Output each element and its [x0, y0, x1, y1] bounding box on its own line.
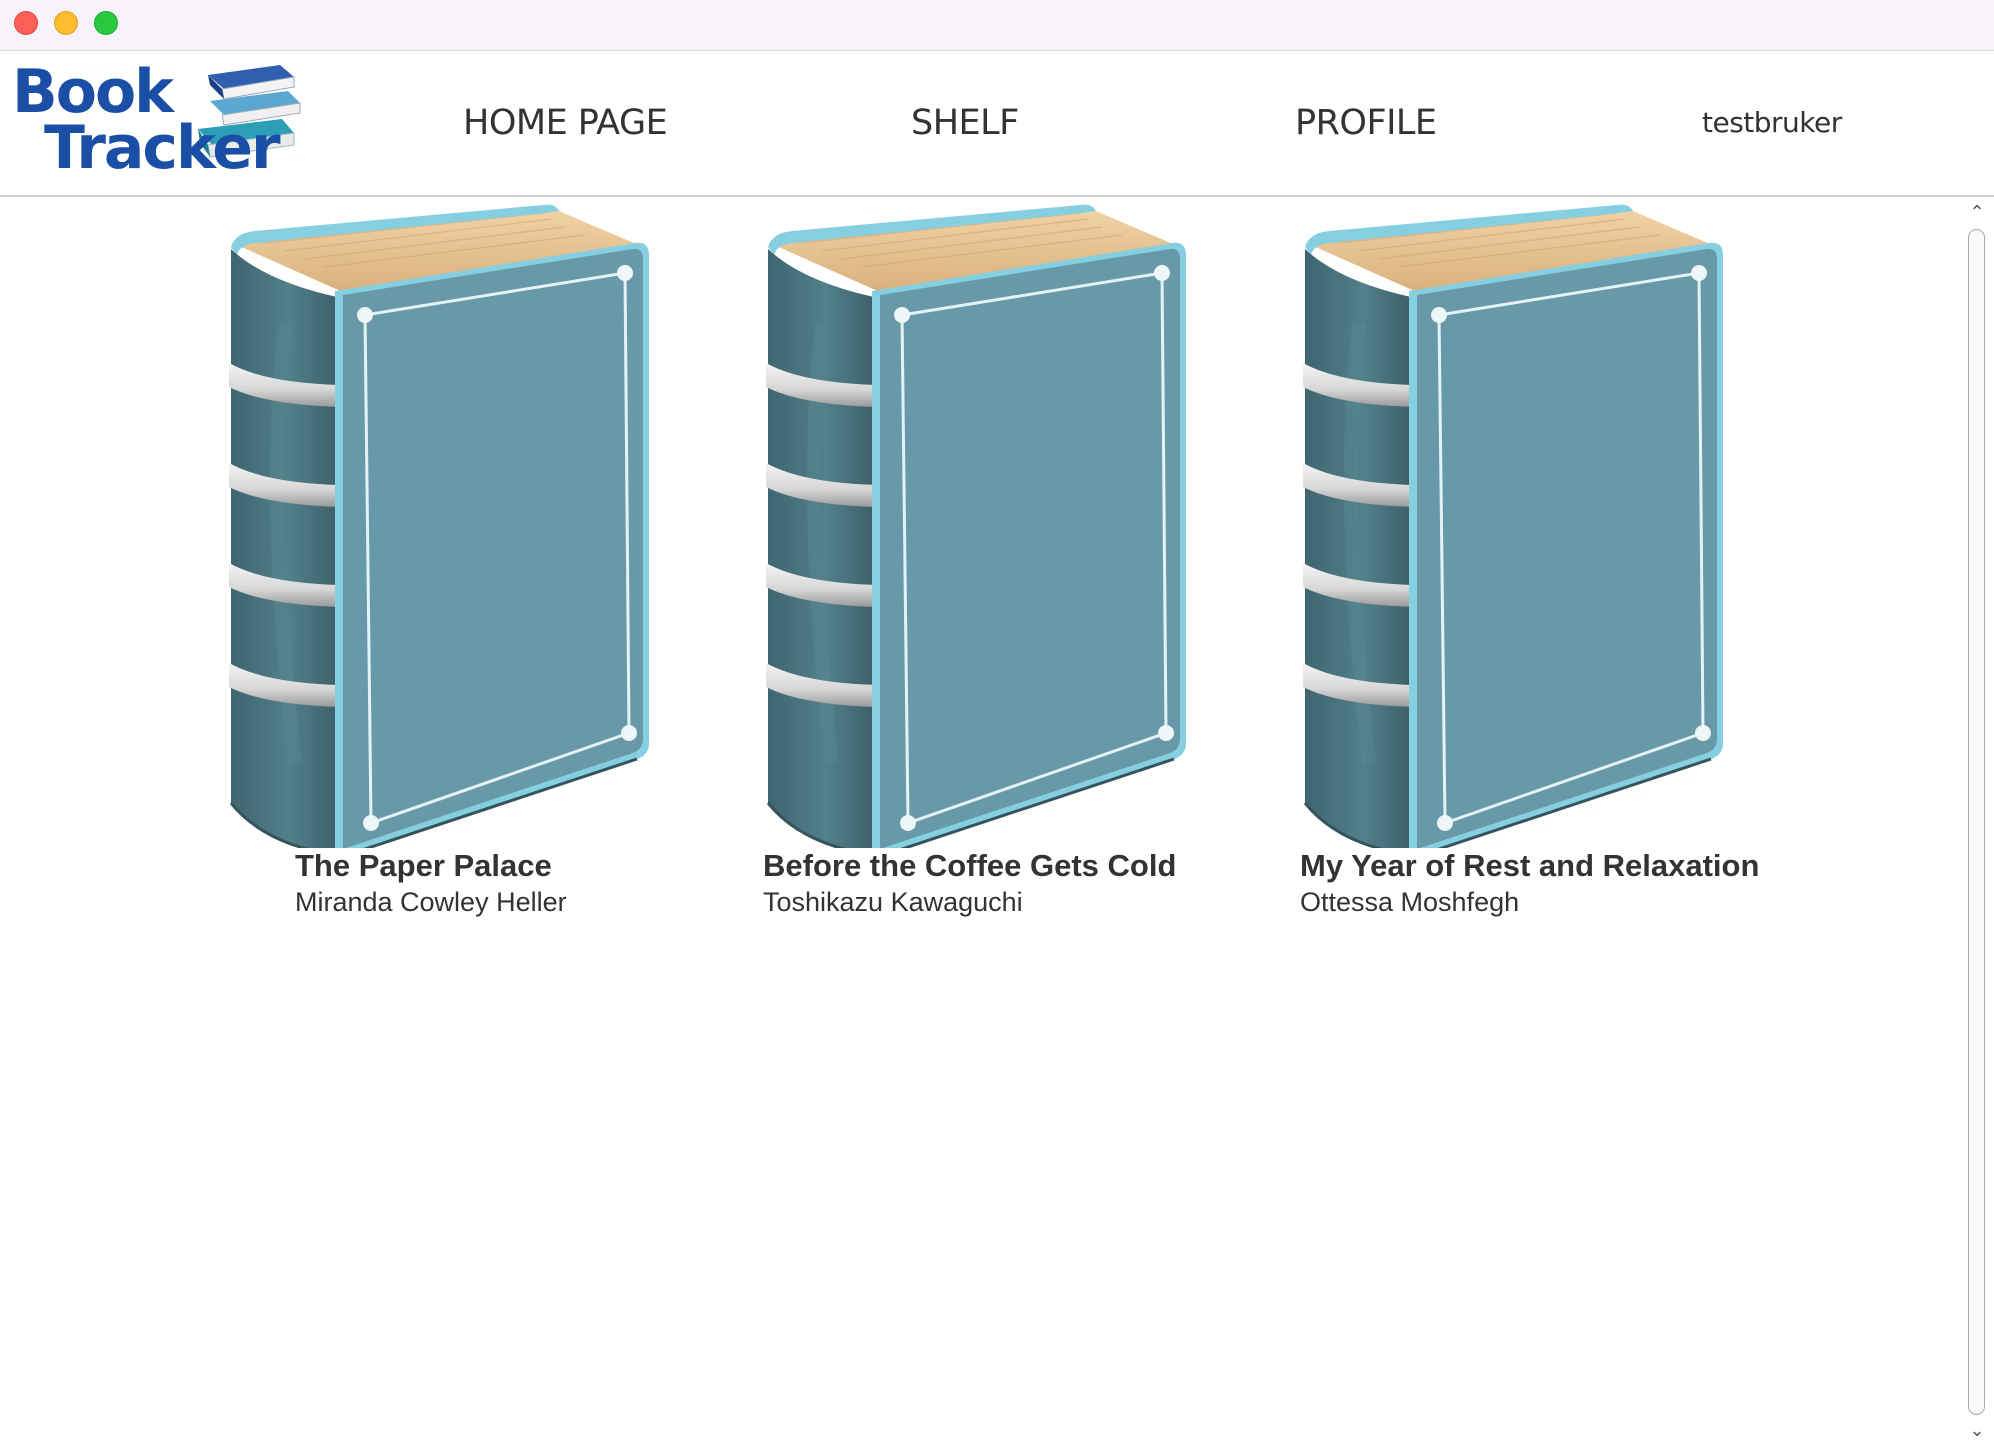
book-author: Ottessa Moshfegh: [1300, 887, 1520, 917]
book-author: Toshikazu Kawaguchi: [763, 887, 1023, 917]
maximize-window-button[interactable]: [94, 11, 118, 35]
book-card[interactable]: The Paper Palace Miranda Cowley Heller: [225, 197, 685, 937]
book-title: My Year of Rest and Relaxation: [1300, 848, 1760, 883]
close-window-button[interactable]: [14, 11, 38, 35]
nav-shelf[interactable]: SHELF: [911, 103, 1019, 143]
username-label[interactable]: testbruker: [1702, 106, 1842, 139]
book-card[interactable]: My Year of Rest and Relaxation Ottessa M…: [1299, 197, 1859, 937]
scroll-down-arrow-icon[interactable]: ⌄: [1960, 1419, 1994, 1441]
scroll-up-arrow-icon[interactable]: ⌃: [1960, 201, 1994, 223]
minimize-window-button[interactable]: [54, 11, 78, 35]
book-cover-icon: [1299, 203, 1725, 848]
book-author: Miranda Cowley Heller: [295, 887, 567, 917]
window-titlebar: [0, 0, 1994, 51]
book-cover-icon: [762, 203, 1188, 848]
book-card[interactable]: Before the Coffee Gets Cold Toshikazu Ka…: [762, 197, 1222, 937]
nav-profile[interactable]: PROFILE: [1295, 103, 1437, 143]
book-cover-icon: [225, 203, 651, 848]
book-title: The Paper Palace: [295, 848, 552, 883]
logo-line-2: Tracker: [44, 113, 281, 183]
app-header: Book Tracker HOME PAGE SHELF PROFILE tes…: [0, 51, 1994, 197]
book-shelf-grid: The Paper Palace Miranda Cowley Heller B…: [0, 197, 1960, 1448]
nav-home-page[interactable]: HOME PAGE: [463, 103, 668, 143]
book-tracker-logo[interactable]: Book Tracker: [12, 57, 317, 189]
scroll-thumb[interactable]: [1968, 229, 1985, 1415]
book-title: Before the Coffee Gets Cold: [763, 848, 1177, 883]
vertical-scrollbar[interactable]: ⌃ ⌄: [1960, 197, 1994, 1448]
